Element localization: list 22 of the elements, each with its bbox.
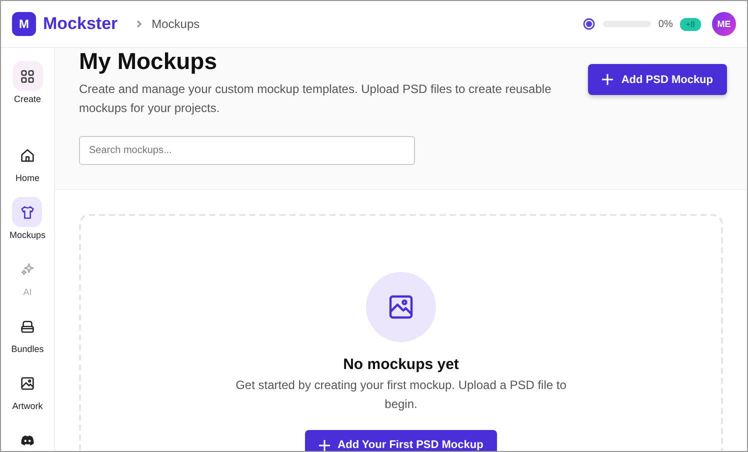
search-field[interactable]: Search mockups... [79, 136, 415, 165]
sidebar-item[interactable]: Home [12, 140, 42, 183]
coin-icon [583, 18, 596, 30]
credits-percent: 0% [658, 18, 673, 30]
breadcrumb[interactable]: Mockups [152, 17, 200, 31]
add-mockup-button[interactable]: Add PSD Mockup [588, 64, 727, 95]
image-icon [18, 374, 36, 392]
sidebar-item[interactable]: Artwork [12, 368, 43, 411]
brand-name: Mockster [43, 14, 118, 34]
empty-title: No mockups yet [343, 356, 459, 373]
shirt-icon [18, 204, 36, 220]
sidebar-item[interactable]: Bundles [11, 311, 44, 354]
add-first-mockup-button[interactable]: Add Your First PSD Mockup [304, 430, 498, 451]
page-description: Create and manage your custom mockup templates. Upload PSD files to create reusable mockups for your projects. [79, 81, 552, 116]
create-icon [19, 68, 36, 84]
sparkle-icon [19, 260, 36, 278]
logo[interactable]: M [12, 12, 36, 36]
page-title: My Mockups [79, 48, 218, 74]
user-avatar[interactable]: ME [712, 12, 736, 36]
empty-message: Get started by creating your first mockup. Upload a PSD file to begin. [234, 377, 568, 413]
home-icon [19, 146, 36, 164]
plus-icon [602, 74, 614, 85]
